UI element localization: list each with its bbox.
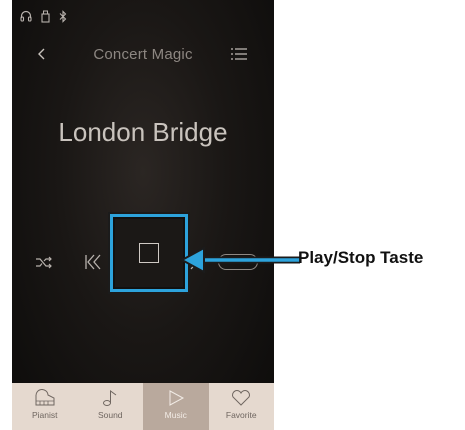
menu-button[interactable] xyxy=(230,46,248,62)
previous-button[interactable] xyxy=(83,252,103,272)
song-title: London Bridge xyxy=(58,117,228,147)
header: Concert Magic xyxy=(12,40,274,70)
heart-icon xyxy=(232,390,251,406)
tab-label: Music xyxy=(164,410,187,420)
tab-sound[interactable]: Sound xyxy=(78,383,144,430)
stop-icon xyxy=(139,243,159,263)
previous-icon xyxy=(85,254,101,270)
play-icon xyxy=(169,390,184,406)
play-stop-button[interactable] xyxy=(113,217,185,289)
bluetooth-icon xyxy=(59,9,67,23)
shuffle-icon xyxy=(36,256,52,269)
piano-icon xyxy=(35,389,55,406)
tab-pianist[interactable]: Pianist xyxy=(12,383,78,430)
tab-bar: Pianist Sound Music Favorite xyxy=(12,383,274,430)
app-screen: Concert Magic London Bridge Pianist Soun… xyxy=(12,0,274,430)
music-note-icon xyxy=(103,390,117,406)
headphone-icon xyxy=(20,10,32,22)
tab-label: Sound xyxy=(97,410,123,420)
callout-label: Play/Stop Taste xyxy=(298,248,424,267)
status-bar xyxy=(20,8,67,24)
shuffle-button[interactable] xyxy=(34,252,54,272)
list-icon xyxy=(231,48,247,60)
tab-label: Pianist xyxy=(31,410,58,420)
tab-favorite[interactable]: Favorite xyxy=(209,383,275,430)
usb-icon xyxy=(41,10,50,23)
callout-arrow xyxy=(179,246,300,274)
tab-label: Favorite xyxy=(225,410,257,420)
tab-music[interactable]: Music xyxy=(143,383,209,430)
